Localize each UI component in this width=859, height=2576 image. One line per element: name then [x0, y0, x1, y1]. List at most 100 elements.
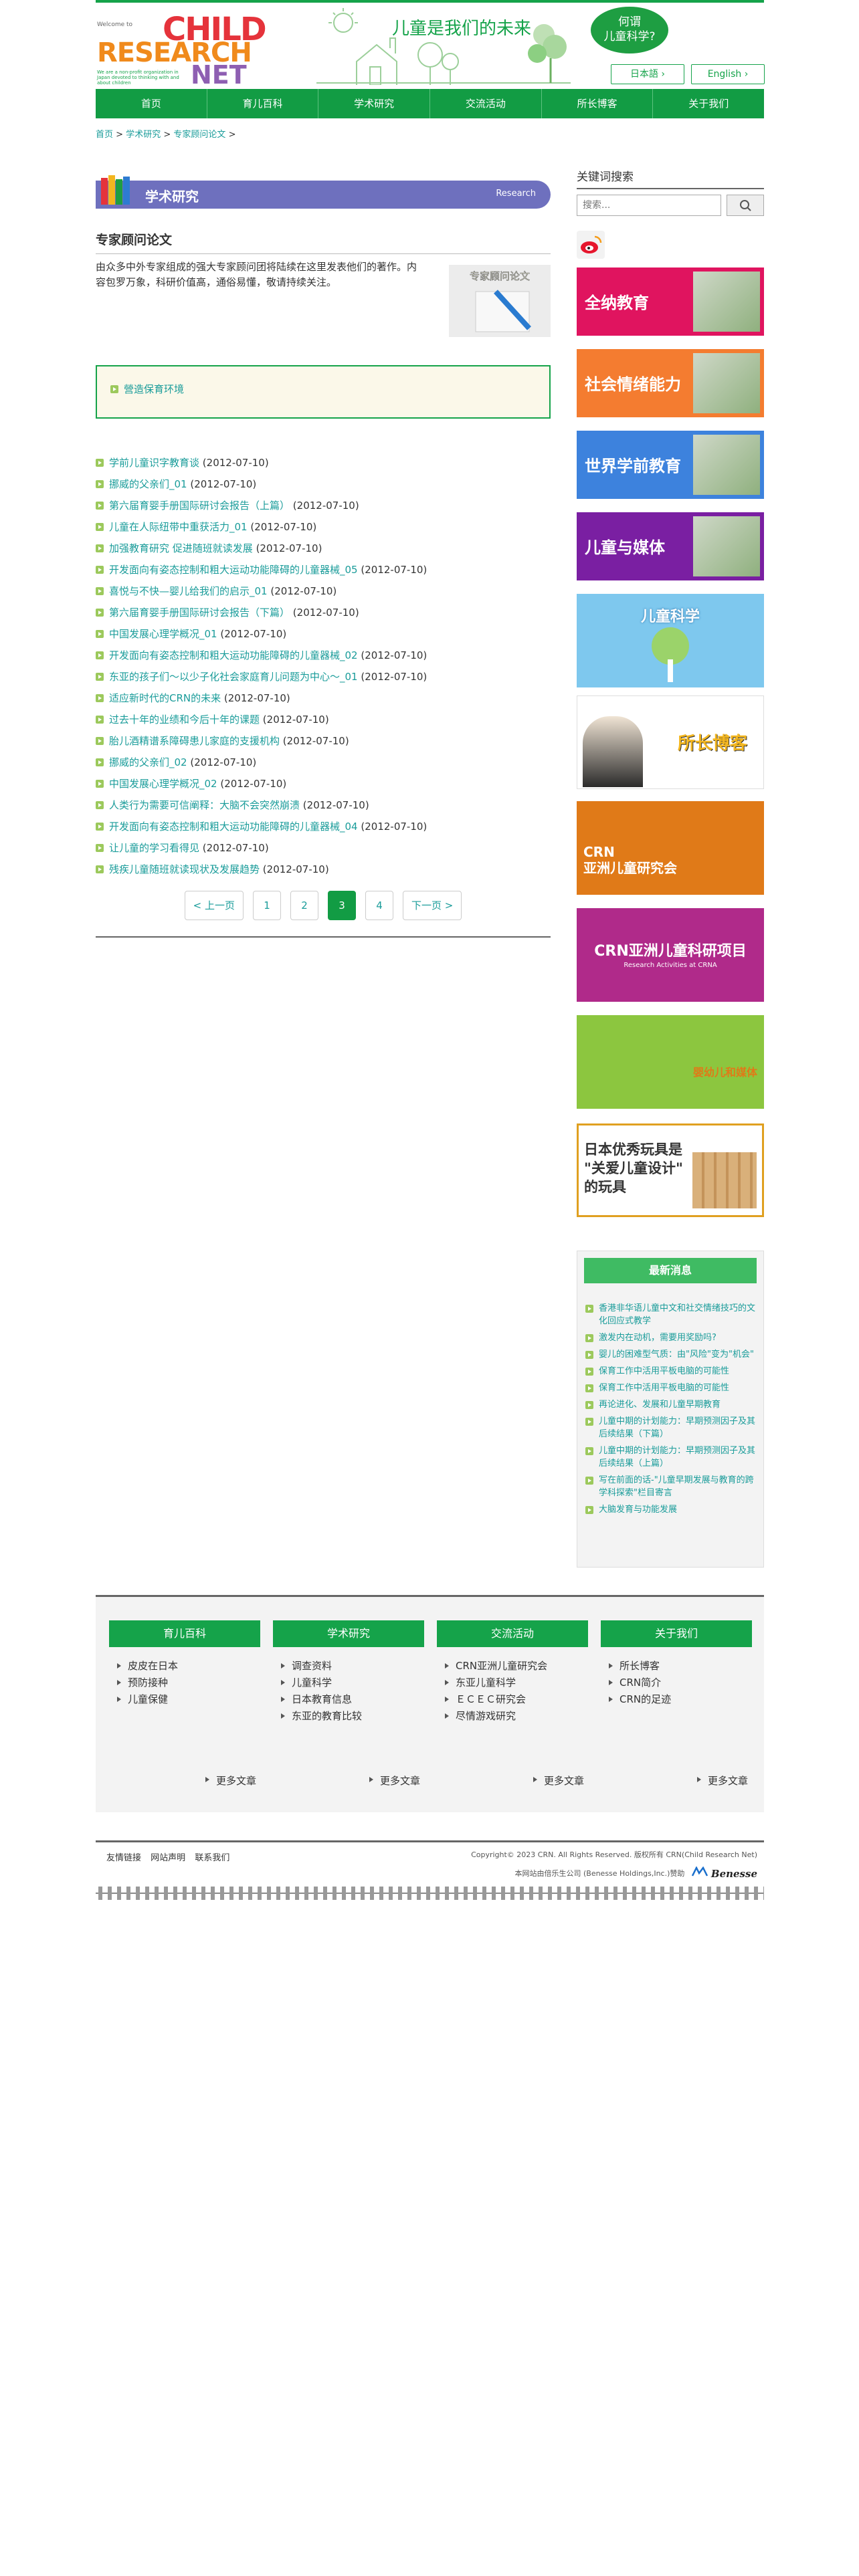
nav-item-activities[interactable]: 交流活动 — [430, 89, 542, 118]
article-link[interactable]: 人类行为需要可信阐释：大脑不会突然崩溃 — [109, 799, 300, 811]
banner-crn-asia-project[interactable]: CRN亚洲儿童科研项目 Research Activities at CRNA — [577, 908, 764, 1002]
article-link[interactable]: 喜悦与不快—婴儿给我们的启示_01 — [109, 585, 268, 597]
article-link[interactable]: 第六届育婴手册国际研讨会报告（下篇） — [109, 607, 290, 619]
article-link[interactable]: 加强教育研究 促进随班就读发展 — [109, 542, 253, 554]
banner-photo — [693, 353, 760, 413]
article-link[interactable]: 让儿童的学习看得见 — [109, 842, 199, 854]
footer-link[interactable]: 所长博客 — [609, 1658, 752, 1675]
news-item[interactable]: 大脑发育与功能发展 — [584, 1503, 757, 1516]
article-link[interactable]: 儿童在人际纽带中重获活力_01 — [109, 521, 248, 533]
page-4-button[interactable]: 4 — [365, 891, 393, 920]
footer-link[interactable]: 儿童科学 — [281, 1675, 424, 1691]
footer-link[interactable]: CRN简介 — [609, 1675, 752, 1691]
crn-logo[interactable]: Welcome to CHILD RESEARCH NET We are a n… — [97, 8, 267, 90]
footer-link[interactable]: 预防接种 — [117, 1675, 260, 1691]
banner-crn-asia-research[interactable]: CRN 亚洲儿童研究会 — [577, 801, 764, 895]
footer-link[interactable]: 皮皮在日本 — [117, 1658, 260, 1675]
footer-link[interactable]: 东亚的教育比较 — [281, 1708, 424, 1725]
lang-english-button[interactable]: English › — [691, 64, 765, 84]
article-link[interactable]: 残疾儿童随班就读现状及发展趋势 — [109, 863, 260, 875]
next-page-button[interactable]: 下一页 > — [403, 891, 462, 920]
director-portrait — [583, 716, 643, 787]
article-link[interactable]: 学前儿童识字教育谈 — [109, 457, 199, 469]
news-item[interactable]: 保育工作中活用平板电脑的可能性 — [584, 1382, 757, 1394]
footer-link[interactable]: 调查资料 — [281, 1658, 424, 1675]
breadcrumb-current[interactable]: 专家顾问论文 — [173, 130, 225, 140]
banner-infant-media[interactable]: 婴幼儿和媒体 — [577, 1015, 764, 1109]
article-link[interactable]: 适应新时代的CRN的未来 — [109, 692, 221, 704]
footer-column-title[interactable]: 育儿百科 — [109, 1620, 260, 1647]
news-item[interactable]: 儿童中期的计划能力：早期预测因子及其后续结果（上篇） — [584, 1444, 757, 1470]
sponsor-line: 本网站由倍乐生公司 (Benesse Holdings,Inc.)赞助 Bene… — [514, 1866, 757, 1880]
what-is-child-science-bubble[interactable]: 何谓 儿童科学? — [591, 7, 668, 53]
article-link[interactable]: 东亚的孩子们〜以少子化社会家庭育儿问题为中心〜_01 — [109, 671, 358, 683]
footer-link[interactable]: 日本教育信息 — [281, 1691, 424, 1708]
bubble-text: 何谓 儿童科学? — [603, 15, 656, 43]
banner-inclusive-education[interactable]: 全纳教育 — [577, 267, 764, 336]
arrow-right-icon — [96, 844, 104, 852]
footer-link[interactable]: ＥＣＥＣ研究会 — [445, 1691, 588, 1708]
nav-item-parenting[interactable]: 育儿百科 — [207, 89, 319, 118]
footer-column-title[interactable]: 交流活动 — [437, 1620, 588, 1647]
more-articles-link[interactable]: 更多文章 — [533, 1774, 584, 1788]
weibo-icon[interactable] — [577, 231, 605, 259]
article-link[interactable]: 挪威的父亲们_02 — [109, 756, 187, 768]
page-1-button[interactable]: 1 — [253, 891, 281, 920]
nav-item-research[interactable]: 学术研究 — [318, 89, 431, 118]
footer-column-title[interactable]: 学术研究 — [273, 1620, 424, 1647]
site-statement-link[interactable]: 网站声明 — [151, 1853, 185, 1863]
prev-page-button[interactable]: < 上一页 — [184, 891, 244, 920]
chevron-right-icon: › — [744, 69, 749, 80]
banner-director-blog[interactable]: 所长博客 — [577, 695, 764, 789]
search-button[interactable] — [727, 195, 764, 216]
article-link[interactable]: 开发面向有姿态控制和粗大运动功能障碍的儿童器械_02 — [109, 649, 358, 661]
article-link[interactable]: 过去十年的业绩和今后十年的课题 — [109, 714, 260, 726]
site-header: Welcome to CHILD RESEARCH NET We are a n… — [96, 0, 765, 90]
breadcrumb-academic[interactable]: 学术研究 — [126, 130, 161, 140]
nav-item-director-blog[interactable]: 所长博客 — [542, 89, 654, 118]
banner-child-science[interactable]: 儿童科学 — [577, 594, 764, 687]
article-link[interactable]: 开发面向有姿态控制和粗大运动功能障碍的儿童器械_04 — [109, 821, 358, 833]
banner-japan-toys[interactable]: 日本优秀玩具是 "关爱儿童设计" 的玩具 — [577, 1123, 764, 1217]
news-item[interactable]: 写在前面的话-"儿童早期发展与教育的跨学科探索"栏目寄言 — [584, 1474, 757, 1499]
footer-link[interactable]: 东亚儿童科学 — [445, 1675, 588, 1691]
friend-links-link[interactable]: 友情链接 — [106, 1853, 141, 1863]
page-2-button[interactable]: 2 — [290, 891, 318, 920]
news-item[interactable]: 儿童中期的计划能力：早期预测因子及其后续结果（下篇） — [584, 1415, 757, 1440]
article-link[interactable]: 中国发展心理学概况_02 — [109, 778, 217, 790]
article-link[interactable]: 中国发展心理学概况_01 — [109, 628, 217, 640]
footer-link[interactable]: 尽情游戏研究 — [445, 1708, 588, 1725]
search-input[interactable] — [577, 195, 721, 216]
latest-news-list: 香港非华语儿童中文和社交情绪技巧的文化回应式教学激发内在动机，需要用奖励吗? 婴儿… — [584, 1302, 757, 1516]
contact-link[interactable]: 联系我们 — [195, 1853, 229, 1863]
news-item[interactable]: 激发内在动机，需要用奖励吗? — [584, 1331, 757, 1344]
article-date: (2012-07-10) — [220, 778, 287, 790]
footer-link[interactable]: 儿童保健 — [117, 1691, 260, 1708]
article-link[interactable]: 第六届育婴手册国际研讨会报告（上篇） — [109, 500, 290, 512]
footer-link[interactable]: CRN的足迹 — [609, 1691, 752, 1708]
more-articles-link[interactable]: 更多文章 — [205, 1774, 256, 1788]
footer-column-title[interactable]: 关于我们 — [601, 1620, 752, 1647]
logo-tagline: We are a non-profit organization in Japa… — [97, 70, 179, 86]
featured-link[interactable]: 營造保育环境 — [124, 383, 184, 395]
more-articles-link[interactable]: 更多文章 — [696, 1774, 748, 1788]
nav-item-about[interactable]: 关于我们 — [653, 89, 764, 118]
banner-children-media[interactable]: 儿童与媒体 — [577, 512, 764, 580]
breadcrumb-home[interactable]: 首页 — [96, 130, 113, 140]
page-3-button[interactable]: 3 — [328, 891, 356, 920]
more-articles-link[interactable]: 更多文章 — [369, 1774, 420, 1788]
benesse-logo[interactable]: Benesse — [691, 1866, 757, 1880]
news-item[interactable]: 香港非华语儿童中文和社交情绪技巧的文化回应式教学 — [584, 1302, 757, 1327]
news-item[interactable]: 保育工作中活用平板电脑的可能性 — [584, 1365, 757, 1378]
lang-japanese-button[interactable]: 日本語 › — [611, 64, 684, 84]
banner-social-emotional[interactable]: 社会情绪能力 — [577, 349, 764, 417]
nav-item-home[interactable]: 首页 — [96, 89, 207, 118]
footer-link[interactable]: CRN亚洲儿童研究会 — [445, 1658, 588, 1675]
article-link[interactable]: 挪威的父亲们_01 — [109, 478, 187, 490]
article-link[interactable]: 胎儿酒精谱系障碍患儿家庭的支援机构 — [109, 735, 280, 747]
news-item[interactable]: 婴儿的困难型气质：由"风险"变为"机会" — [584, 1348, 757, 1361]
article-link[interactable]: 开发面向有姿态控制和粗大运动功能障碍的儿童器械_05 — [109, 564, 358, 576]
news-item[interactable]: 再论进化、发展和儿童早期教育 — [584, 1398, 757, 1411]
footer-column-parenting: 育儿百科皮皮在日本 预防接种 儿童保健 — [109, 1620, 260, 1708]
banner-world-preschool[interactable]: 世界学前教育 — [577, 431, 764, 499]
